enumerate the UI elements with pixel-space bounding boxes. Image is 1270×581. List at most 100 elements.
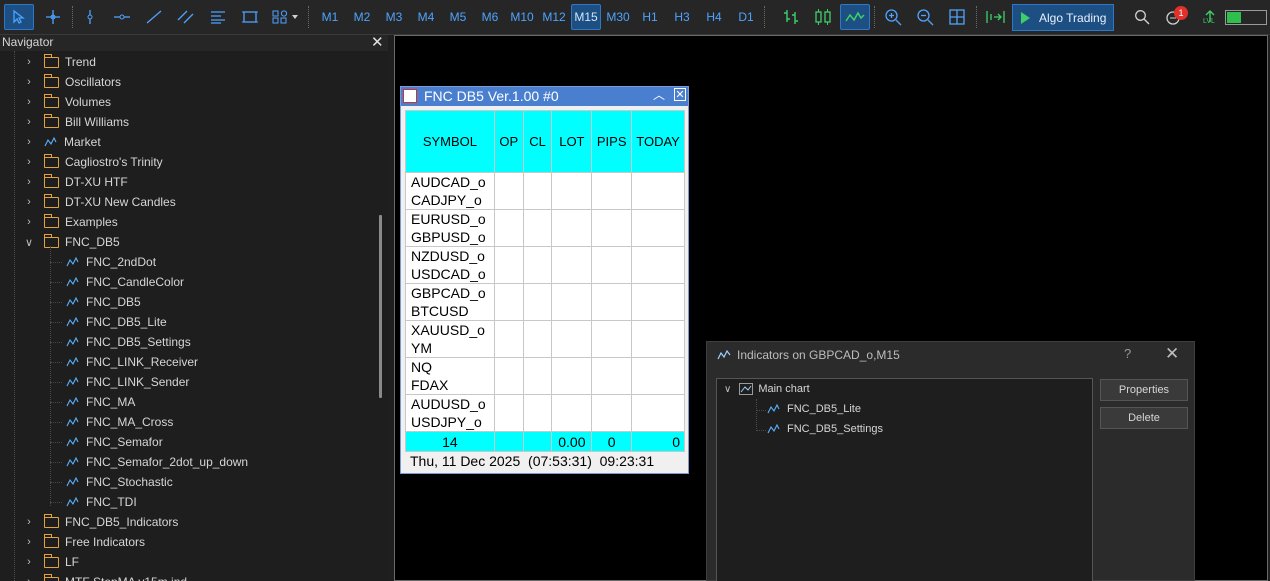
chevron-right-icon[interactable]: › xyxy=(22,556,36,568)
timeframe-m12[interactable]: M12 xyxy=(539,4,569,30)
navigator-item-fnc-link-sender[interactable]: FNC_LINK_Sender xyxy=(66,372,189,392)
data-cell xyxy=(631,246,685,284)
chevron-right-icon[interactable]: › xyxy=(22,156,36,168)
cursor-icon[interactable] xyxy=(4,4,34,30)
signal-level-icon[interactable] xyxy=(1200,4,1220,30)
navigator-item-fnc-semafor[interactable]: FNC_Semafor xyxy=(66,432,163,452)
timeframe-m1[interactable]: M1 xyxy=(315,4,345,30)
search-icon[interactable] xyxy=(1130,4,1154,30)
symbol-cell[interactable]: AUDCAD_o CADJPY_o xyxy=(405,172,495,210)
navigator-item-volumes[interactable]: › Volumes xyxy=(22,92,111,112)
navigator-item-dt-xu-htf[interactable]: › DT-XU HTF xyxy=(22,172,128,192)
autoscroll-icon[interactable] xyxy=(980,4,1010,30)
symbol-cell[interactable]: GBPCAD_o BTCUSD xyxy=(405,283,495,321)
chevron-right-icon[interactable]: › xyxy=(22,216,36,228)
chevron-right-icon[interactable]: › xyxy=(22,136,36,148)
close-icon[interactable]: ✕ xyxy=(1165,344,1179,364)
navigator-item-fnc-ma[interactable]: FNC_MA xyxy=(66,392,135,412)
chevron-right-icon[interactable]: › xyxy=(22,96,36,108)
bar-chart-icon[interactable] xyxy=(776,4,806,30)
symbol-cell[interactable]: AUDUSD_o USDJPY_o xyxy=(405,394,495,432)
properties-button[interactable]: Properties xyxy=(1100,379,1188,401)
dashboard-table: SYMBOL OP CL LOT PIPS TODAY AUDCAD_o CADJPY_o E… xyxy=(405,110,685,452)
navigator-item-examples[interactable]: › Examples xyxy=(22,212,118,232)
grid-icon[interactable] xyxy=(942,4,972,30)
navigator-item-fnc-tdi[interactable]: FNC_TDI xyxy=(66,492,137,512)
navigator-item-fnc-db5-indicators[interactable]: › FNC_DB5_Indicators xyxy=(22,512,178,532)
navigator-item-fnc-db5-settings[interactable]: FNC_DB5_Settings xyxy=(66,332,191,352)
close-icon[interactable]: ✕ xyxy=(674,88,686,101)
timeframe-m5[interactable]: M5 xyxy=(443,4,473,30)
chevron-right-icon[interactable]: › xyxy=(22,516,36,528)
chevron-right-icon[interactable]: › xyxy=(22,196,36,208)
fibonacci-icon[interactable] xyxy=(204,4,232,30)
close-icon[interactable]: ✕ xyxy=(371,33,384,51)
tree-item-indicator[interactable]: FNC_DB5_Settings xyxy=(767,423,883,435)
chevron-down-icon[interactable]: ∨ xyxy=(22,236,36,249)
navigator-item-trend[interactable]: › Trend xyxy=(22,52,96,72)
chevron-right-icon[interactable]: › xyxy=(22,536,36,548)
indicator-icon xyxy=(66,456,79,466)
chevron-right-icon[interactable]: › xyxy=(22,56,36,68)
timeframe-m10[interactable]: M10 xyxy=(507,4,537,30)
timeframe-m4[interactable]: M4 xyxy=(411,4,441,30)
rectangle-icon[interactable] xyxy=(236,4,264,30)
tree-item-main-chart[interactable]: ∨ Main chart xyxy=(724,383,810,395)
trendline-icon[interactable] xyxy=(140,4,168,30)
algo-trading-button[interactable]: Algo Trading xyxy=(1012,4,1114,31)
timeframe-m15[interactable]: M15 xyxy=(571,4,601,30)
navigator-item-fnc-db5[interactable]: ∨ FNC_DB5 xyxy=(22,232,120,252)
chevron-right-icon[interactable]: › xyxy=(22,176,36,188)
symbol-cell[interactable]: NZDUSD_o USDCAD_o xyxy=(405,246,495,284)
navigator-item-fnc-db5-lite[interactable]: FNC_DB5_Lite xyxy=(66,312,167,332)
help-icon[interactable]: ? xyxy=(1124,346,1131,361)
navigator-item-bill-williams[interactable]: › Bill Williams xyxy=(22,112,129,132)
navigator-item-fnc-ma-cross[interactable]: FNC_MA_Cross xyxy=(66,412,173,432)
navigator-scrollbar-thumb[interactable] xyxy=(379,215,382,398)
minimize-icon[interactable]: ︿ xyxy=(653,86,665,103)
timeframe-d1[interactable]: D1 xyxy=(731,4,761,30)
dashboard-titlebar[interactable]: FNC DB5 Ver.1.00 #0 ︿ ✕ xyxy=(401,87,688,106)
column-header: SYMBOL xyxy=(405,110,495,173)
table-row: GBPCAD_o BTCUSD xyxy=(405,283,685,321)
navigator-item-oscillators[interactable]: › Oscillators xyxy=(22,72,121,92)
timeframe-m2[interactable]: M2 xyxy=(347,4,377,30)
navigator-item-fnc-2nddot[interactable]: FNC_2ndDot xyxy=(66,252,156,272)
navigator-item-dt-xu-new-candles[interactable]: › DT-XU New Candles xyxy=(22,192,176,212)
timeframe-m30[interactable]: M30 xyxy=(603,4,633,30)
chevron-right-icon[interactable]: › xyxy=(22,76,36,88)
channel-icon[interactable] xyxy=(172,4,200,30)
line-chart-icon[interactable] xyxy=(840,4,870,30)
zoom-in-icon[interactable] xyxy=(878,4,908,30)
timeframe-m6[interactable]: M6 xyxy=(475,4,505,30)
navigator-item-fnc-link-receiver[interactable]: FNC_LINK_Receiver xyxy=(66,352,198,372)
chevron-right-icon[interactable]: › xyxy=(22,116,36,128)
tree-item-indicator[interactable]: FNC_DB5_Lite xyxy=(767,403,861,415)
chevron-down-icon[interactable]: ∨ xyxy=(724,384,731,395)
horizontal-line-icon[interactable] xyxy=(108,4,136,30)
zoom-out-icon[interactable] xyxy=(910,4,940,30)
navigator-item-market[interactable]: › Market xyxy=(22,132,101,152)
navigator-item-label: FNC_Stochastic xyxy=(86,475,173,489)
shapes-icon[interactable] xyxy=(268,4,304,30)
timeframe-h3[interactable]: H3 xyxy=(667,4,697,30)
timeframe-h1[interactable]: H1 xyxy=(635,4,665,30)
symbol-cell[interactable]: XAUUSD_o YM xyxy=(405,320,495,358)
vertical-line-icon[interactable] xyxy=(76,4,104,30)
symbol-cell[interactable]: EURUSD_o GBPUSD_o xyxy=(405,209,495,247)
navigator-item-lf[interactable]: › LF xyxy=(22,552,79,572)
timeframe-m3[interactable]: M3 xyxy=(379,4,409,30)
navigator-item-free-indicators[interactable]: › Free Indicators xyxy=(22,532,145,552)
timeframe-h4[interactable]: H4 xyxy=(699,4,729,30)
crosshair-icon[interactable] xyxy=(38,4,68,30)
delete-button[interactable]: Delete xyxy=(1100,407,1188,429)
symbol-cell[interactable]: NQ FDAX xyxy=(405,357,495,395)
navigator-item-fnc-stochastic[interactable]: FNC_Stochastic xyxy=(66,472,173,492)
navigator-item-fnc-candlecolor[interactable]: FNC_CandleColor xyxy=(66,272,184,292)
navigator-item-mtf-stepma-v15m-ind[interactable]: › MTF StepMA v15m.ind xyxy=(22,572,187,581)
navigator-item-fnc-db5[interactable]: FNC_DB5 xyxy=(66,292,141,312)
chevron-right-icon[interactable]: › xyxy=(22,576,36,581)
navigator-item-fnc-semafor-2dot-up-down[interactable]: FNC_Semafor_2dot_up_down xyxy=(66,452,248,472)
candlestick-icon[interactable] xyxy=(808,4,838,30)
navigator-item-cagliostro-s-trinity[interactable]: › Cagliostro's Trinity xyxy=(22,152,163,172)
